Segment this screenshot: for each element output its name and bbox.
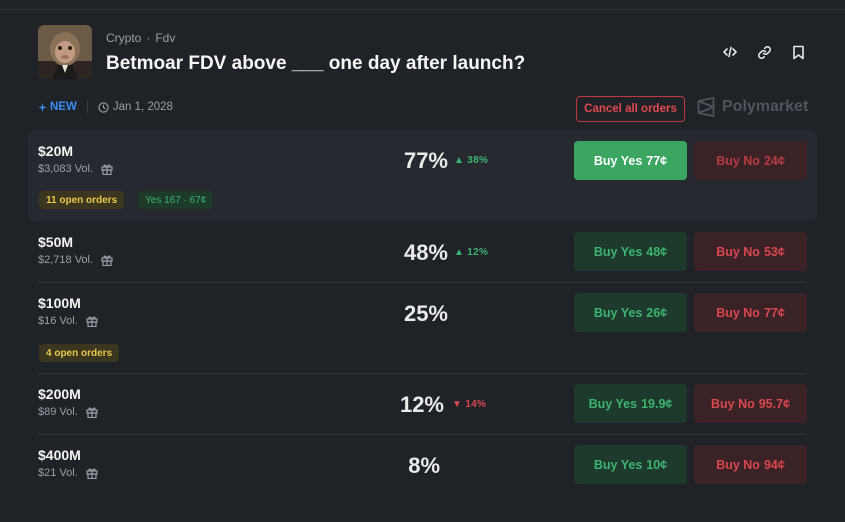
breadcrumb: Crypto · Fdv: [106, 31, 175, 45]
buy-yes-button[interactable]: Buy Yes 48¢: [574, 232, 687, 271]
market-row[interactable]: $200M $89 Vol. 12% ▼ 14% Buy Yes 19.9¢ Bu…: [28, 374, 817, 434]
breadcrumb-category[interactable]: Crypto: [106, 31, 141, 45]
market-meta: NEW Jan 1, 2028: [38, 101, 173, 113]
gift-icon[interactable]: [101, 163, 113, 175]
volume: $2,718 Vol.: [38, 254, 113, 266]
market-row[interactable]: $400M $21 Vol. 8% Buy Yes 10¢ Buy No 94¢: [28, 435, 817, 495]
clock-icon: [98, 101, 109, 113]
polymarket-logo[interactable]: Polymarket: [697, 97, 808, 117]
change-indicator: ▲ 38%: [454, 155, 488, 166]
open-orders-tag[interactable]: 11 open orders: [39, 191, 125, 209]
open-orders-tag[interactable]: 4 open orders: [39, 344, 120, 362]
gift-icon[interactable]: [101, 254, 113, 266]
buy-no-price: 94¢: [763, 457, 785, 472]
buy-no-price: 95.7¢: [758, 396, 791, 411]
volume: $3,083 Vol.: [38, 163, 113, 175]
volume-text: $21 Vol.: [38, 467, 78, 479]
page-title: Betmoar FDV above ___ one day after laun…: [106, 53, 526, 74]
probability: 77%: [403, 148, 448, 173]
buy-no-button[interactable]: Buy No 94¢: [694, 445, 807, 484]
caret-up-icon: ▲: [454, 247, 465, 258]
breadcrumb-separator: ·: [146, 31, 151, 45]
buy-yes-button[interactable]: Buy Yes 26¢: [574, 293, 687, 332]
buy-no-text: Buy No: [716, 305, 760, 320]
outcome-label: $100M: [38, 295, 81, 311]
outcome-label: $20M: [38, 143, 74, 159]
cancel-all-orders-button[interactable]: Cancel all orders: [576, 96, 685, 122]
market-row[interactable]: $100M $16 Vol. 25% Buy Yes 26¢ Buy No 77¢ …: [28, 283, 817, 373]
gift-icon[interactable]: [86, 467, 98, 479]
change-value: 12%: [467, 247, 489, 258]
probability: 12%: [399, 392, 444, 417]
change-indicator: ▲ 12%: [454, 247, 488, 258]
buy-no-text: Buy No: [710, 396, 755, 411]
buy-yes-price: 10¢: [646, 457, 668, 472]
breadcrumb-subcategory[interactable]: Fdv: [155, 31, 175, 45]
buy-yes-button[interactable]: Buy Yes 19.9¢: [574, 384, 687, 423]
outcome-label: $400M: [38, 447, 81, 463]
buy-yes-text: Buy Yes: [593, 153, 643, 168]
buy-no-button[interactable]: Buy No 95.7¢: [694, 384, 807, 423]
header-actions: [720, 42, 808, 62]
brand-name: Polymarket: [722, 98, 809, 115]
code-icon[interactable]: [720, 42, 740, 62]
volume-text: $3,083 Vol.: [38, 163, 94, 175]
volume: $21 Vol.: [38, 467, 98, 479]
buy-no-text: Buy No: [716, 153, 760, 168]
market-row[interactable]: $50M $2,718 Vol. 48% ▲ 12% Buy Yes 48¢ Bu…: [28, 222, 817, 282]
buy-yes-text: Buy Yes: [593, 244, 643, 259]
buy-yes-text: Buy Yes: [593, 457, 643, 472]
caret-up-icon: ▲: [454, 155, 465, 166]
caret-down-icon: ▼: [452, 399, 463, 410]
sparkle-icon: [38, 102, 47, 112]
volume: $16 Vol.: [38, 315, 98, 327]
outcome-label: $200M: [38, 386, 81, 402]
buy-no-price: 53¢: [763, 244, 785, 259]
buy-yes-price: 48¢: [646, 244, 668, 259]
volume: $89 Vol.: [38, 406, 98, 418]
buy-yes-price: 77¢: [646, 153, 668, 168]
probability: 48%: [403, 240, 448, 265]
buy-yes-text: Buy Yes: [593, 305, 643, 320]
buy-no-text: Buy No: [716, 244, 760, 259]
volume-text: $16 Vol.: [38, 315, 78, 327]
meta-divider: [86, 101, 88, 113]
buy-yes-text: Buy Yes: [588, 396, 638, 411]
market-header: Crypto · Fdv Betmoar FDV above ___ one day…: [38, 25, 808, 81]
gift-icon[interactable]: [86, 315, 98, 327]
buy-no-price: 77¢: [763, 305, 785, 320]
gift-icon[interactable]: [86, 406, 98, 418]
buy-no-text: Buy No: [716, 457, 760, 472]
buy-no-button[interactable]: Buy No 77¢: [694, 293, 807, 332]
polymarket-icon: [697, 97, 715, 117]
outcome-label: $50M: [38, 234, 74, 250]
buy-yes-price: 19.9¢: [641, 396, 673, 411]
link-icon[interactable]: [754, 42, 774, 62]
buy-no-button[interactable]: Buy No 24¢: [694, 141, 807, 180]
position-tag[interactable]: Yes 167 · 67¢: [138, 191, 214, 209]
top-divider: [0, 9, 845, 10]
new-label: NEW: [50, 101, 77, 113]
change-indicator: ▼ 14%: [452, 399, 486, 410]
buy-yes-button[interactable]: Buy Yes 10¢: [574, 445, 687, 484]
market-row[interactable]: $20M $3,083 Vol. 77% ▲ 38% Buy Yes 77¢ Bu…: [28, 130, 817, 221]
bookmark-icon[interactable]: [788, 42, 808, 62]
buy-yes-button[interactable]: Buy Yes 77¢: [574, 141, 687, 180]
end-date-text: Jan 1, 2028: [112, 101, 173, 113]
buy-no-price: 24¢: [763, 153, 785, 168]
buy-no-button[interactable]: Buy No 53¢: [694, 232, 807, 271]
change-value: 38%: [467, 155, 489, 166]
change-value: 14%: [465, 399, 487, 410]
buy-yes-price: 26¢: [646, 305, 668, 320]
new-badge: NEW: [38, 101, 77, 113]
end-date: Jan 1, 2028: [98, 101, 173, 113]
probability: 25%: [403, 301, 448, 326]
volume-text: $89 Vol.: [38, 406, 78, 418]
market-avatar: [38, 25, 92, 79]
probability: 8%: [408, 453, 440, 478]
volume-text: $2,718 Vol.: [38, 254, 94, 266]
